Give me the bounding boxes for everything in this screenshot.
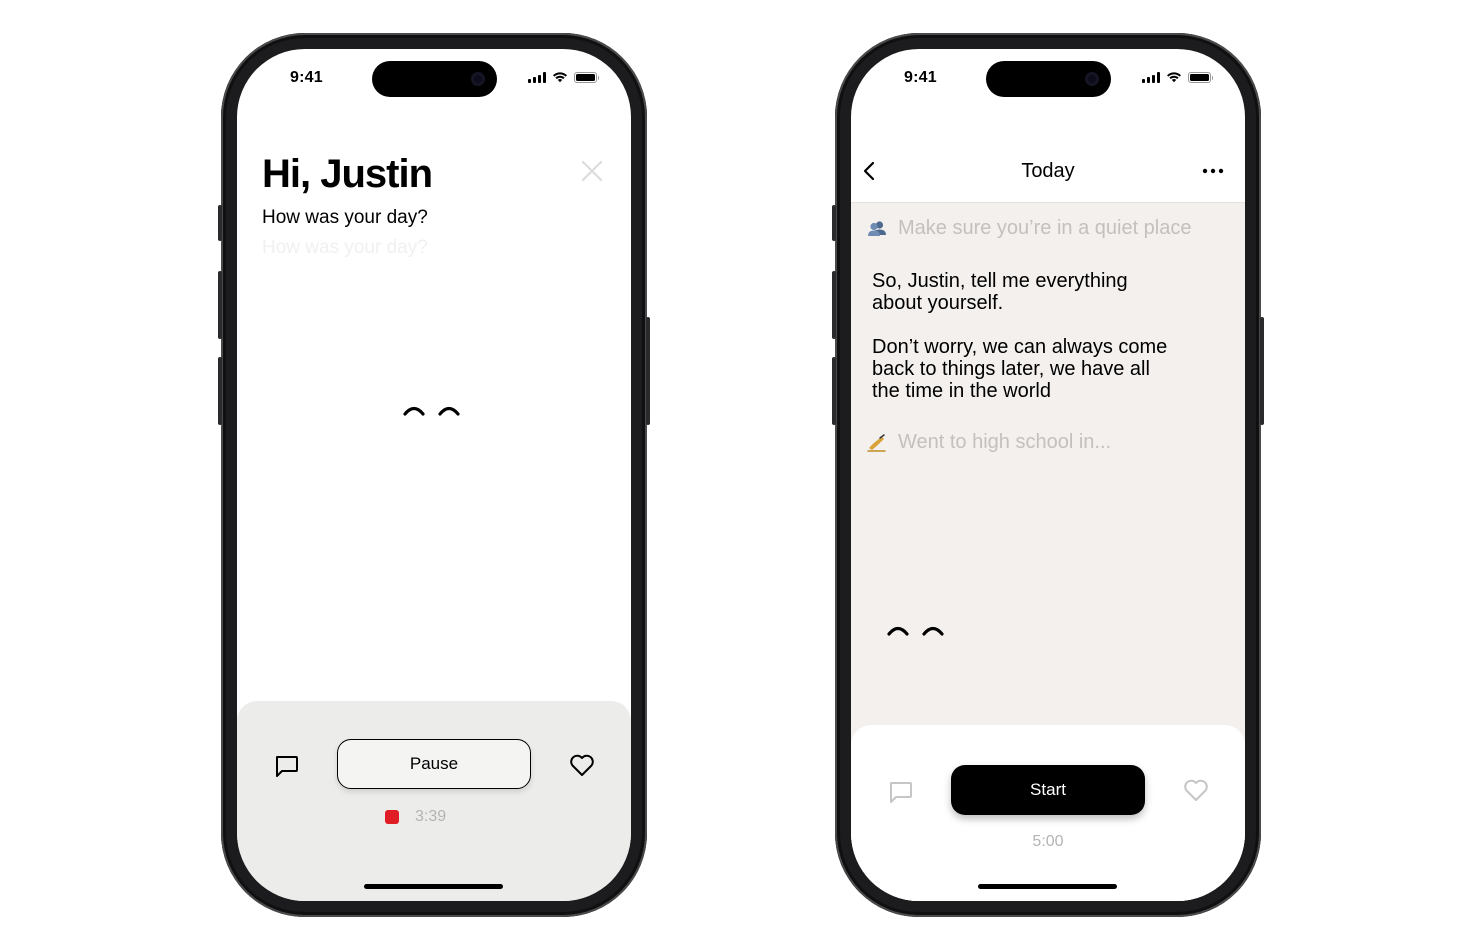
- chat-bubble-icon[interactable]: [274, 753, 300, 779]
- battery-icon: [1188, 71, 1213, 83]
- dynamic-island: [372, 61, 497, 97]
- session-timer: 5:00: [1032, 833, 1064, 850]
- battery-icon: [574, 71, 599, 83]
- camera-icon: [1085, 72, 1099, 86]
- tip-row: Make sure you’re in a quiet place: [866, 217, 1192, 240]
- dynamic-island: [986, 61, 1111, 97]
- assistant-eyes-icon: [887, 626, 944, 636]
- home-indicator[interactable]: [364, 884, 503, 889]
- tip-text: Make sure you’re in a quiet place: [898, 217, 1192, 239]
- chat-bubble-icon[interactable]: [888, 779, 914, 805]
- signal-icon: [528, 71, 546, 83]
- assistant-message: So, Justin, tell me everything about you…: [872, 270, 1128, 314]
- volume-down-button: [218, 357, 222, 425]
- assistant-eyes-icon: [403, 406, 460, 416]
- wifi-icon: [553, 72, 567, 83]
- recording-indicator: [385, 810, 399, 824]
- screen-left: 9:41 Hi, Justin How was your day? How wa…: [237, 49, 631, 901]
- more-icon[interactable]: [1201, 163, 1225, 179]
- home-indicator[interactable]: [978, 884, 1117, 889]
- nav-title: Today: [1021, 160, 1075, 182]
- recording-time: 3:39: [415, 808, 447, 825]
- power-button: [1260, 317, 1264, 425]
- status-time: 9:41: [904, 69, 937, 86]
- power-button: [646, 317, 650, 425]
- greeting-title: Hi, Justin: [262, 152, 433, 196]
- prompt-placeholder: Went to high school in...: [898, 431, 1112, 453]
- start-button[interactable]: Start: [951, 765, 1145, 815]
- volume-up-button: [218, 271, 222, 339]
- phone-frame-right: 9:41 Today Make sure you’re in a quiet p…: [832, 33, 1264, 917]
- volume-down-button: [832, 357, 836, 425]
- status-icons: [528, 71, 599, 83]
- heart-icon[interactable]: [1182, 776, 1210, 804]
- pause-button[interactable]: Pause: [337, 739, 531, 789]
- phone-frame-left: 9:41 Hi, Justin How was your day? How wa…: [218, 33, 650, 917]
- question-text: How was your day?: [262, 207, 428, 228]
- status-time: 9:41: [290, 69, 323, 86]
- camera-icon: [471, 72, 485, 86]
- wifi-icon: [1167, 72, 1181, 83]
- volume-up-button: [832, 271, 836, 339]
- nav-bar: Today: [851, 129, 1245, 203]
- screen-right: 9:41 Today Make sure you’re in a quiet p…: [851, 49, 1245, 901]
- people-emoji-icon: [868, 220, 886, 236]
- writing-hand-emoji-icon: [867, 433, 886, 452]
- heart-icon[interactable]: [568, 751, 596, 779]
- signal-icon: [1142, 71, 1160, 83]
- action-button: [218, 205, 222, 241]
- question-ghost-text: How was your day?: [262, 237, 428, 258]
- control-panel: Start 5:00: [851, 725, 1245, 901]
- prompt-row: Went to high school in...: [866, 431, 1111, 454]
- close-icon[interactable]: [580, 159, 604, 183]
- assistant-message: Don’t worry, we can always come back to …: [872, 336, 1168, 402]
- status-icons: [1142, 71, 1213, 83]
- control-panel: Pause 3:39: [237, 701, 631, 901]
- action-button: [832, 205, 836, 241]
